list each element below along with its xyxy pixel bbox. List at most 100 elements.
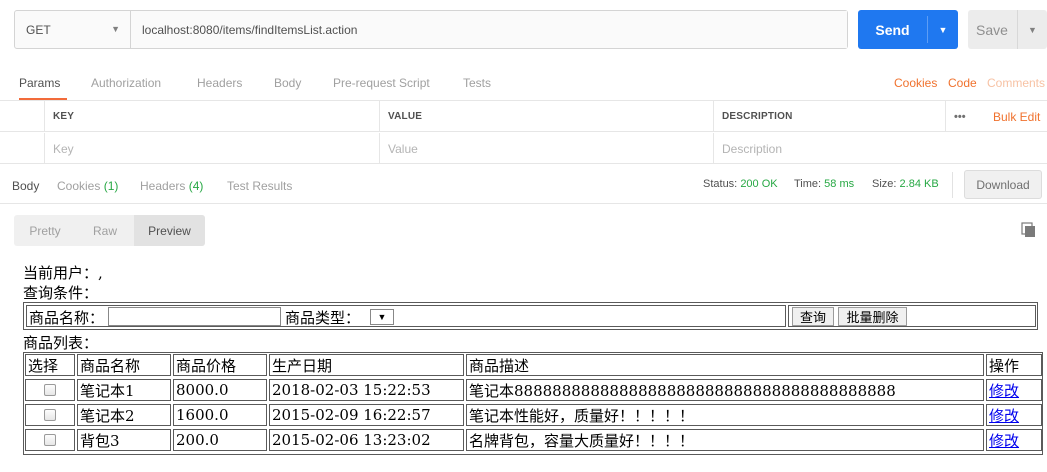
status-value: 200 OK <box>740 178 778 190</box>
type-select[interactable]: ▼ <box>370 309 394 325</box>
query-button[interactable]: 查询 <box>792 307 834 326</box>
tab-prerequest-script[interactable]: Pre-request Script <box>333 76 430 100</box>
items-table: 选择 商品名称 商品价格 生产日期 商品描述 操作 笔记本1 8000.0 20… <box>23 352 1043 455</box>
send-button[interactable]: Send ▼ <box>858 10 958 49</box>
tab-authorization[interactable]: Authorization <box>91 76 161 100</box>
description-header: DESCRIPTION <box>713 101 945 132</box>
query-buttons-cell: 查询 批量删除 <box>788 305 1036 327</box>
response-time: Time: 58 ms <box>794 178 854 190</box>
list-title: 商品列表： <box>23 334 99 352</box>
key-input[interactable]: Key <box>44 133 379 164</box>
method-select[interactable]: GET ▼ <box>15 11 131 48</box>
column-header: 生产日期 <box>269 354 464 376</box>
row-checkbox[interactable] <box>44 434 56 446</box>
size-label: Size: <box>872 178 897 190</box>
chevron-down-icon: ▼ <box>377 312 387 322</box>
value-input[interactable]: Value <box>379 133 713 164</box>
item-price: 200.0 <box>173 429 267 451</box>
row-checkbox[interactable] <box>44 384 56 396</box>
description-input[interactable]: Description <box>713 133 1047 164</box>
value-header: VALUE <box>379 101 713 132</box>
column-header: 操作 <box>986 354 1042 376</box>
edit-link-cell: 修改 <box>986 429 1042 451</box>
save-label[interactable]: Save <box>968 10 1016 49</box>
params-checkbox-col <box>0 101 44 132</box>
item-date: 2015-02-09 16:22:57 <box>269 404 464 426</box>
chevron-down-icon: ▼ <box>111 24 120 34</box>
item-name: 笔记本2 <box>77 404 171 426</box>
response-status: Status: 200 OK <box>703 178 778 190</box>
divider <box>952 172 953 198</box>
view-pretty-button[interactable]: Pretty <box>14 215 76 246</box>
edit-link[interactable]: 修改 <box>989 380 1019 401</box>
cookies-count: (1) <box>103 179 119 193</box>
request-bar: GET ▼ <box>14 10 848 49</box>
tab-body[interactable]: Body <box>274 76 301 100</box>
save-button[interactable]: Save ▼ <box>968 10 1047 49</box>
response-size: Size: 2.84 KB <box>872 178 939 190</box>
params-header-row: KEY VALUE DESCRIPTION ••• Bulk Edit <box>0 101 1047 132</box>
headers-count: (4) <box>188 179 204 193</box>
more-options-icon[interactable]: ••• <box>945 101 985 132</box>
edit-link-cell: 修改 <box>986 379 1042 401</box>
item-description: 笔记本性能好，质量好！！！！！ <box>466 404 984 426</box>
code-link[interactable]: Code <box>948 76 977 100</box>
item-name: 笔记本1 <box>77 379 171 401</box>
method-value: GET <box>26 22 51 37</box>
edit-link-cell: 修改 <box>986 404 1042 426</box>
batch-delete-button[interactable]: 批量删除 <box>838 307 907 326</box>
cookies-link[interactable]: Cookies <box>894 76 937 100</box>
divider <box>0 203 1047 204</box>
view-preview-button[interactable]: Preview <box>134 215 205 246</box>
name-input[interactable] <box>108 307 281 326</box>
item-date: 2015-02-06 13:23:02 <box>269 429 464 451</box>
query-form-table: 商品名称： 商品类型： ▼ 查询 批量删除 <box>23 302 1038 330</box>
edit-link[interactable]: 修改 <box>989 405 1019 426</box>
tab-params[interactable]: Params <box>19 76 60 100</box>
item-description: 笔记本8888888888888888888888888888888888888… <box>466 379 984 401</box>
view-mode-group: Pretty Raw Preview <box>14 215 205 246</box>
table-row-select[interactable] <box>25 379 75 401</box>
bulk-edit-link[interactable]: Bulk Edit <box>985 101 1047 132</box>
cookies-tab-label: Cookies <box>57 179 101 193</box>
query-conditions-label: 查询条件： <box>23 284 99 302</box>
column-header: 选择 <box>25 354 75 376</box>
copy-icon[interactable] <box>1021 222 1037 238</box>
item-date: 2018-02-03 15:22:53 <box>269 379 464 401</box>
chevron-down-icon[interactable]: ▼ <box>1018 10 1047 49</box>
headers-tab-label: Headers <box>140 179 186 193</box>
tab-tests[interactable]: Tests <box>463 76 491 100</box>
response-tab-body[interactable]: Body <box>12 179 39 195</box>
params-checkbox-col <box>0 133 44 164</box>
tab-headers[interactable]: Headers <box>197 76 242 100</box>
item-price: 1600.0 <box>173 404 267 426</box>
row-checkbox[interactable] <box>44 409 56 421</box>
table-row-select[interactable] <box>25 404 75 426</box>
item-description: 名牌背包，容量大质量好！！！！ <box>466 429 984 451</box>
item-price: 8000.0 <box>173 379 267 401</box>
size-value: 2.84 KB <box>899 178 939 190</box>
edit-link[interactable]: 修改 <box>989 430 1019 451</box>
key-header: KEY <box>44 101 379 132</box>
column-header: 商品价格 <box>173 354 267 376</box>
time-value: 58 ms <box>824 178 855 190</box>
response-tab-headers[interactable]: Headers (4) <box>140 179 203 195</box>
response-tab-test-results[interactable]: Test Results <box>227 179 292 195</box>
column-header: 商品名称 <box>77 354 171 376</box>
chevron-down-icon[interactable]: ▼ <box>928 10 958 49</box>
column-header: 商品描述 <box>466 354 984 376</box>
status-label: Status: <box>703 178 738 190</box>
download-button[interactable]: Download <box>964 170 1042 199</box>
view-raw-button[interactable]: Raw <box>76 215 134 246</box>
item-name: 背包3 <box>77 429 171 451</box>
type-label: 商品类型： <box>285 309 361 327</box>
name-label: 商品名称： <box>29 309 105 327</box>
time-label: Time: <box>794 178 822 190</box>
query-fields-cell: 商品名称： 商品类型： ▼ <box>26 305 786 327</box>
send-label[interactable]: Send <box>858 10 927 49</box>
comments-link[interactable]: Comments <box>987 76 1047 100</box>
current-user-text: 当前用户：, <box>23 264 103 282</box>
response-tab-cookies[interactable]: Cookies (1) <box>57 179 118 195</box>
table-row-select[interactable] <box>25 429 75 451</box>
url-input[interactable] <box>132 11 847 48</box>
